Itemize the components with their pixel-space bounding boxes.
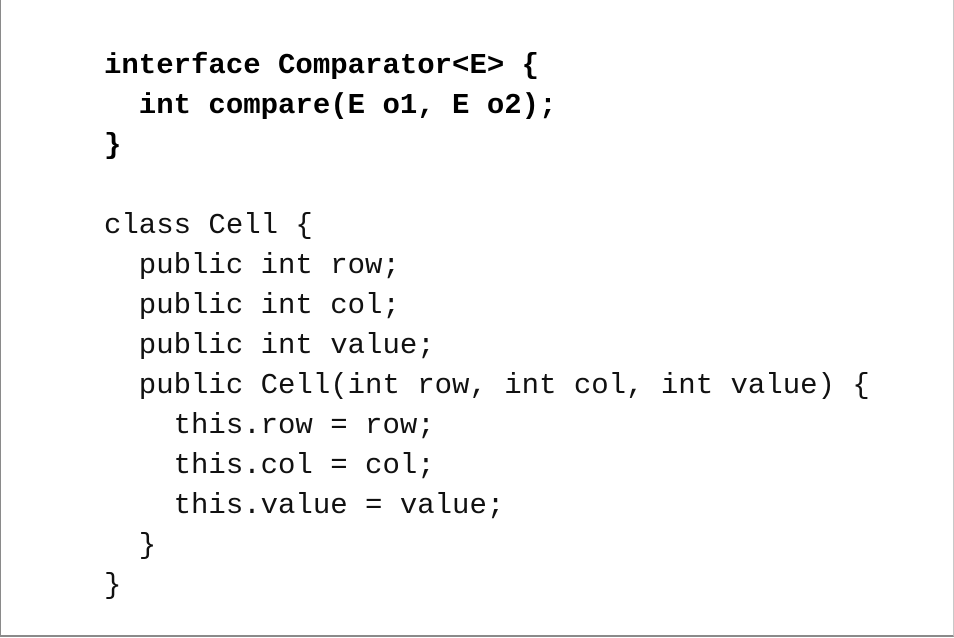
code-line-interface-decl: interface Comparator<E> { <box>104 49 540 82</box>
code-line-assign-row: this.row = row; <box>104 409 435 442</box>
slide: interface Comparator<E> { int compare(E … <box>0 0 954 637</box>
code-line-assign-col: this.col = col; <box>104 449 435 482</box>
code-line-constructor-close: } <box>104 529 157 562</box>
code-line-interface-close: } <box>104 129 122 162</box>
code-line-field-col: public int col; <box>104 289 400 322</box>
code-line-compare-method: int compare(E o1, E o2); <box>104 89 557 122</box>
code-line-assign-value: this.value = value; <box>104 489 505 522</box>
code-line-constructor-decl: public Cell(int row, int col, int value)… <box>104 369 870 402</box>
code-block: interface Comparator<E> { int compare(E … <box>104 46 870 606</box>
code-line-class-decl: class Cell { <box>104 209 313 242</box>
code-line-class-close: } <box>104 569 122 602</box>
code-line-field-value: public int value; <box>104 329 435 362</box>
code-line-field-row: public int row; <box>104 249 400 282</box>
